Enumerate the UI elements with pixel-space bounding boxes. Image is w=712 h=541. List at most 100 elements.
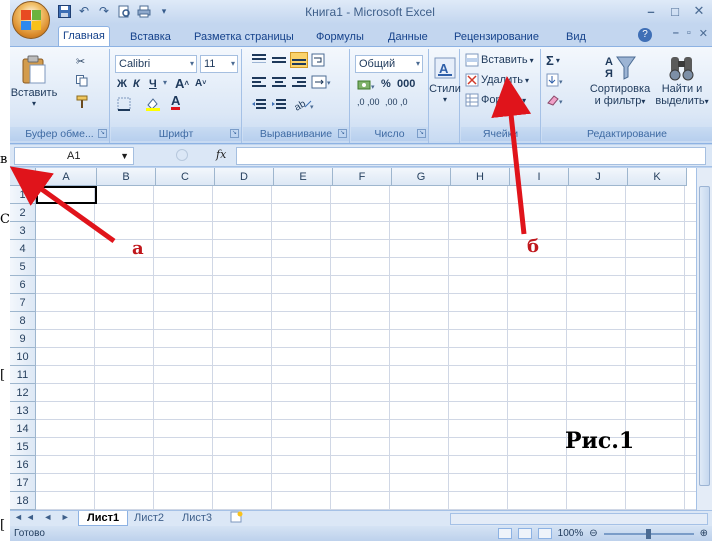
font-color-icon[interactable]: A [171, 94, 181, 110]
zoom-in-icon[interactable]: ⊕ [700, 526, 708, 541]
zoom-out-icon[interactable]: ⊖ [589, 526, 597, 541]
align-center-icon[interactable] [271, 75, 287, 89]
zoom-level[interactable]: 100% [558, 526, 584, 541]
row-header-5[interactable]: 5 [10, 258, 36, 276]
bold-button[interactable]: Ж [117, 78, 127, 90]
align-middle-icon[interactable] [271, 53, 287, 67]
row-header-10[interactable]: 10 [10, 348, 36, 366]
row-header-9[interactable]: 9 [10, 330, 36, 348]
select-all-button[interactable] [10, 168, 36, 186]
font-name-combo[interactable]: Calibri ▾ [115, 55, 197, 73]
tab-page-layout[interactable]: Разметка страницы [190, 28, 298, 46]
underline-dropdown-icon[interactable]: ▾ [163, 78, 167, 87]
row-header-4[interactable]: 4 [10, 240, 36, 258]
row-header-1[interactable]: 1 [10, 186, 36, 204]
decrease-decimal-button[interactable]: ,00 ,0 [385, 98, 411, 107]
vertical-scrollbar[interactable] [696, 168, 712, 510]
name-box[interactable]: A1 ▼ [14, 147, 134, 165]
find-select-button[interactable]: Найти и выделить▾ [654, 53, 710, 107]
align-bottom-icon[interactable] [290, 52, 308, 68]
row-header-12[interactable]: 12 [10, 384, 36, 402]
column-header-b[interactable]: B [97, 168, 156, 186]
workbook-close-icon[interactable]: ✕ [699, 27, 708, 40]
column-header-h[interactable]: H [451, 168, 510, 186]
column-header-c[interactable]: C [156, 168, 215, 186]
copy-icon[interactable] [76, 75, 88, 87]
number-format-combo[interactable]: Общий ▾ [355, 55, 423, 73]
row-header-14[interactable]: 14 [10, 420, 36, 438]
column-header-g[interactable]: G [392, 168, 451, 186]
delete-cells-button[interactable]: Удалить ▾ [465, 73, 529, 87]
autosum-icon[interactable]: Σ ▾ [546, 53, 560, 68]
row-header-6[interactable]: 6 [10, 276, 36, 294]
print-preview-icon[interactable] [116, 3, 132, 19]
italic-button[interactable]: К [133, 78, 140, 90]
paste-button[interactable]: Вставить ▾ [11, 55, 57, 108]
styles-button[interactable]: A Стили ▾ [429, 57, 461, 104]
save-icon[interactable] [56, 3, 72, 19]
column-header-j[interactable]: J [569, 168, 628, 186]
row-header-11[interactable]: 11 [10, 366, 36, 384]
insert-cells-button[interactable]: Вставить ▾ [465, 53, 534, 67]
font-size-combo[interactable]: 11 ▾ [200, 55, 238, 73]
format-cells-button[interactable]: Формат ▾ [465, 93, 526, 107]
borders-icon[interactable] [117, 97, 131, 111]
tab-view[interactable]: Вид [562, 28, 590, 46]
scrollbar-thumb[interactable] [699, 186, 710, 486]
paste-dropdown-icon[interactable]: ▾ [32, 99, 36, 108]
column-header-d[interactable]: D [215, 168, 274, 186]
sort-filter-button[interactable]: АЯ Сортировка и фильтр▾ [590, 53, 650, 107]
percent-button[interactable]: % [381, 78, 391, 90]
sheet-tab-2[interactable]: Лист2 [126, 511, 172, 526]
shrink-font-icon[interactable]: A ˅ [195, 78, 206, 89]
row-header-18[interactable]: 18 [10, 492, 36, 510]
page-break-view-icon[interactable] [537, 528, 552, 539]
print-icon[interactable] [136, 3, 152, 19]
fill-icon[interactable]: ▾ [546, 73, 566, 87]
increase-decimal-button[interactable]: ,0 ,00 [357, 98, 383, 107]
dialog-launcher-icon[interactable]: ↘ [417, 129, 426, 138]
active-cell[interactable] [36, 186, 97, 204]
row-header-7[interactable]: 7 [10, 294, 36, 312]
minimize-icon[interactable]: – [642, 2, 660, 20]
column-header-a[interactable]: A [36, 168, 97, 186]
tab-formulas[interactable]: Формулы [312, 28, 368, 46]
tab-home[interactable]: Главная [58, 26, 110, 46]
undo-icon[interactable]: ↶ [76, 3, 92, 19]
row-header-17[interactable]: 17 [10, 474, 36, 492]
align-right-icon[interactable] [291, 75, 307, 89]
row-header-16[interactable]: 16 [10, 456, 36, 474]
row-header-8[interactable]: 8 [10, 312, 36, 330]
close-icon[interactable]: ✕ [690, 2, 708, 20]
tab-review[interactable]: Рецензирование [450, 28, 543, 46]
customize-qat-icon[interactable]: ▾ [156, 3, 172, 19]
workbook-minimize-icon[interactable]: – [673, 27, 679, 40]
dialog-launcher-icon[interactable]: ↘ [230, 129, 239, 138]
thousands-button[interactable]: 000 [397, 78, 415, 90]
orientation-icon[interactable]: ab ▾ [293, 97, 315, 111]
maximize-icon[interactable]: □ [666, 2, 684, 20]
grow-font-icon[interactable]: A ˄ [175, 76, 189, 91]
row-header-2[interactable]: 2 [10, 204, 36, 222]
format-painter-icon[interactable] [76, 95, 88, 109]
office-button[interactable] [12, 1, 50, 39]
column-header-k[interactable]: K [628, 168, 687, 186]
align-top-icon[interactable] [251, 53, 267, 67]
sheet-tab-3[interactable]: Лист3 [174, 511, 220, 526]
clear-icon[interactable]: ▾ [546, 93, 566, 107]
fill-color-icon[interactable] [145, 97, 161, 111]
row-header-15[interactable]: 15 [10, 438, 36, 456]
decrease-indent-icon[interactable] [251, 97, 267, 111]
zoom-slider[interactable] [603, 528, 694, 539]
column-header-i[interactable]: I [510, 168, 569, 186]
dialog-launcher-icon[interactable]: ↘ [338, 129, 347, 138]
horizontal-scrollbar[interactable] [450, 513, 708, 525]
row-header-13[interactable]: 13 [10, 402, 36, 420]
tab-data[interactable]: Данные [384, 28, 432, 46]
redo-icon[interactable]: ↷ [96, 3, 112, 19]
tab-insert[interactable]: Вставка [126, 28, 175, 46]
currency-icon[interactable]: ▾ [357, 78, 377, 92]
merge-center-icon[interactable]: ▾ [311, 75, 331, 89]
help-icon[interactable]: ? [638, 28, 652, 42]
dialog-launcher-icon[interactable]: ↘ [98, 129, 107, 138]
